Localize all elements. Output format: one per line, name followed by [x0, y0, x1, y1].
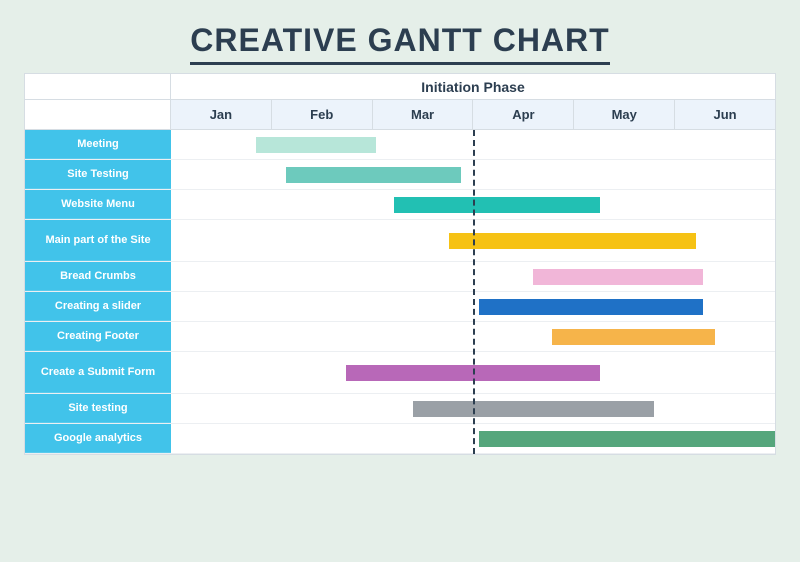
month-header: Jan: [171, 100, 271, 130]
gantt-bar: [394, 197, 599, 213]
task-row: Site testing: [25, 394, 775, 424]
months-header-row: JanFebMarAprMayJun: [25, 100, 775, 130]
task-row: Creating Footer: [25, 322, 775, 352]
gantt-bar: [479, 431, 775, 447]
task-label: Google analytics: [25, 424, 171, 453]
task-track: [171, 220, 775, 261]
task-track: [171, 352, 775, 393]
gantt-bar: [286, 167, 461, 183]
task-track: [171, 130, 775, 159]
month-header: Apr: [472, 100, 573, 130]
task-label: Main part of the Site: [25, 220, 171, 261]
month-header: May: [573, 100, 674, 130]
month-header: Feb: [271, 100, 372, 130]
gantt-bar: [256, 137, 377, 153]
task-header-blank: [25, 74, 171, 100]
task-label: Create a Submit Form: [25, 352, 171, 393]
task-row: Site Testing: [25, 160, 775, 190]
month-header: Jun: [674, 100, 775, 130]
gantt-bar: [413, 401, 655, 417]
gantt-bar: [479, 299, 702, 315]
task-row: Bread Crumbs: [25, 262, 775, 292]
gantt-bar: [346, 365, 600, 381]
task-track: [171, 190, 775, 219]
task-label: Bread Crumbs: [25, 262, 171, 291]
task-track: [171, 292, 775, 321]
chart-title: CREATIVE GANTT CHART: [0, 0, 800, 59]
task-row: Google analytics: [25, 424, 775, 454]
task-row: Main part of the Site: [25, 220, 775, 262]
gantt-bar: [533, 269, 702, 285]
phase-label: Initiation Phase: [171, 74, 775, 100]
task-track: [171, 424, 775, 453]
task-label: Creating a slider: [25, 292, 171, 321]
task-row: Creating a slider: [25, 292, 775, 322]
task-label: Meeting: [25, 130, 171, 159]
task-track: [171, 160, 775, 189]
gantt-chart: Initiation Phase JanFebMarAprMayJun Meet…: [24, 73, 776, 455]
task-header-blank-2: [25, 100, 171, 130]
phase-header-row: Initiation Phase: [25, 74, 775, 100]
task-row: Website Menu: [25, 190, 775, 220]
gantt-bar: [449, 233, 697, 249]
task-label: Website Menu: [25, 190, 171, 219]
task-track: [171, 394, 775, 423]
task-label: Site testing: [25, 394, 171, 423]
task-track: [171, 262, 775, 291]
task-label: Creating Footer: [25, 322, 171, 351]
task-label: Site Testing: [25, 160, 171, 189]
month-header: Mar: [372, 100, 473, 130]
task-row: Meeting: [25, 130, 775, 160]
gantt-bar: [552, 329, 715, 345]
task-track: [171, 322, 775, 351]
task-row: Create a Submit Form: [25, 352, 775, 394]
